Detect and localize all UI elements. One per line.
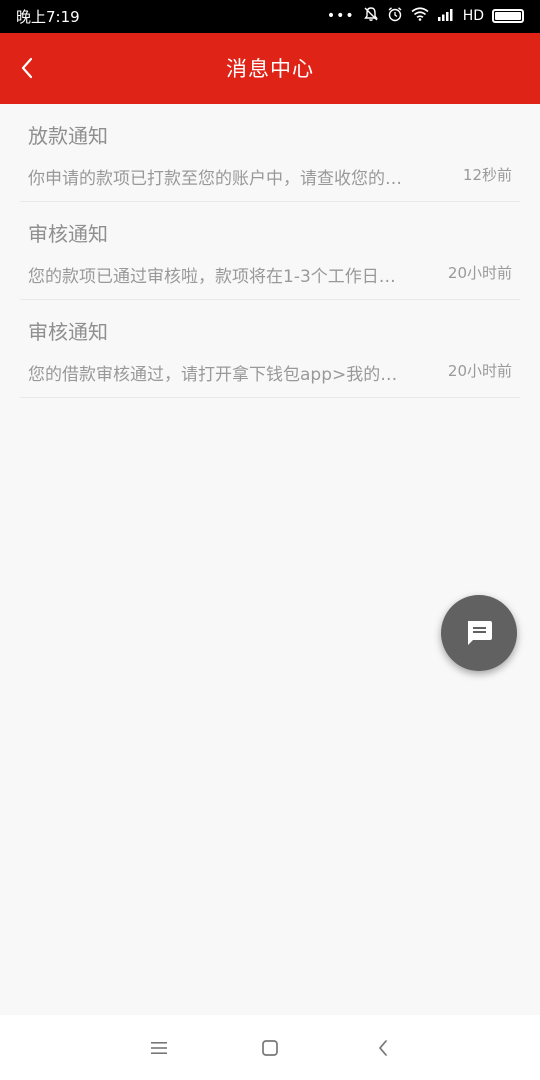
network-type: HD	[462, 8, 484, 24]
alarm-icon	[387, 6, 403, 26]
status-time: 晚上7:19	[16, 8, 80, 26]
page-title: 消息中心	[226, 57, 314, 81]
status-icons: ••• HD	[327, 6, 524, 26]
message-item[interactable]: 放款通知 你申请的款项已打款至您的账户中，请查收您的银行卡余额 12秒前	[20, 104, 520, 202]
message-item[interactable]: 审核通知 您的款项已通过审核啦，款项将在1-3个工作日内到账 20小时前	[20, 202, 520, 300]
system-nav-bar	[0, 1015, 540, 1080]
message-title: 放款通知	[28, 124, 108, 148]
mute-icon	[363, 6, 379, 26]
message-body: 您的借款审核通过，请打开拿下钱包app>我的借款查看详情	[28, 365, 408, 385]
nav-back-button[interactable]	[368, 1035, 398, 1061]
status-bar: 晚上7:19 ••• HD	[0, 0, 540, 33]
message-title: 审核通知	[28, 320, 108, 344]
message-list: 放款通知 你申请的款项已打款至您的账户中，请查收您的银行卡余额 12秒前 审核通…	[20, 104, 520, 398]
battery-icon	[492, 9, 524, 23]
signal-icon	[437, 7, 455, 25]
app-bar: 消息中心	[0, 33, 540, 104]
back-icon	[379, 1040, 387, 1056]
message-item[interactable]: 审核通知 您的借款审核通过，请打开拿下钱包app>我的借款查看详情 20小时前	[20, 300, 520, 398]
chat-fab-button[interactable]	[441, 595, 517, 671]
message-time: 20小时前	[447, 264, 512, 282]
message-body: 你申请的款项已打款至您的账户中，请查收您的银行卡余额	[28, 169, 408, 189]
more-notifications-icon: •••	[326, 8, 355, 24]
home-button[interactable]	[255, 1035, 285, 1061]
wifi-icon	[411, 7, 429, 25]
message-time: 20小时前	[447, 362, 512, 380]
chat-icon	[468, 621, 492, 645]
message-time: 12秒前	[462, 166, 512, 184]
menu-icon	[151, 1042, 167, 1054]
home-icon	[262, 1040, 278, 1056]
message-body: 您的款项已通过审核啦，款项将在1-3个工作日内到账	[28, 267, 408, 287]
message-title: 审核通知	[28, 222, 108, 246]
menu-button[interactable]	[144, 1035, 174, 1061]
